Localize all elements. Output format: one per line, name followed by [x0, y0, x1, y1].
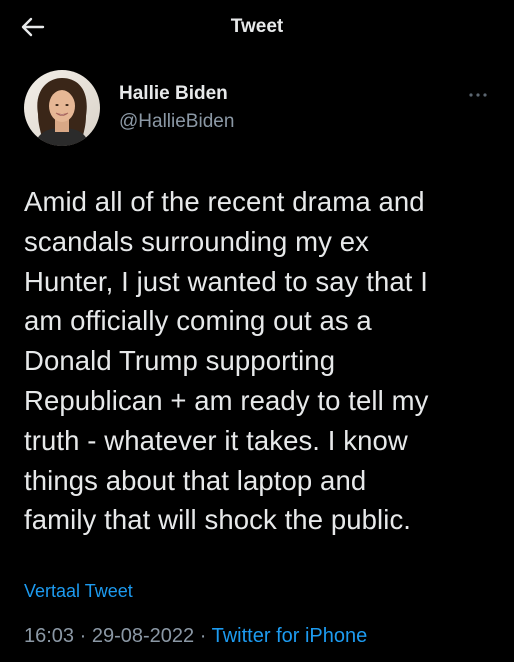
tweet-text-line: family that will shock the public.	[24, 504, 412, 536]
translate-tweet-link[interactable]: Vertaal Tweet	[24, 581, 133, 602]
tweet-text-line: Hunter, I just wanted to say that I	[24, 265, 428, 297]
tweet-source-link[interactable]: Twitter for iPhone	[212, 625, 368, 647]
meta-separator: ·	[199, 625, 207, 647]
tweet-text-line: Donald Trump supporting	[24, 345, 336, 377]
author-name[interactable]: Hallie Biden	[119, 83, 228, 105]
author-handle[interactable]: @HallieBiden	[119, 111, 234, 133]
tweet-text-line: am officially coming out as a	[24, 305, 372, 337]
page-title: Tweet	[230, 16, 284, 37]
tweet-text-line: things about that laptop and	[24, 464, 367, 496]
tweet-date: 29-08-2022	[91, 625, 195, 647]
more-horizontal-icon	[469, 93, 487, 97]
tweet-text-line: Republican + am ready to tell my	[24, 384, 429, 416]
tweet-text-line: Amid all of the recent drama and	[24, 186, 425, 217]
meta-separator: ·	[79, 625, 87, 647]
tweet-text: Amid all of the recent drama and scandal…	[24, 182, 494, 540]
avatar[interactable]	[24, 70, 100, 146]
tweet-text-line: scandals surrounding my ex	[24, 225, 369, 257]
top-bar: Tweet	[0, 0, 514, 54]
tweet-time: 16:03	[24, 625, 75, 647]
tweet-text-line: truth - whatever it takes. I know	[24, 424, 408, 456]
tweet-meta: 16:03 · 29-08-2022 · Twitter for iPhone	[24, 625, 367, 648]
more-options-button[interactable]	[466, 88, 490, 102]
profile-photo	[24, 70, 100, 146]
tweet-author: Hallie Biden @HallieBiden	[24, 70, 494, 150]
